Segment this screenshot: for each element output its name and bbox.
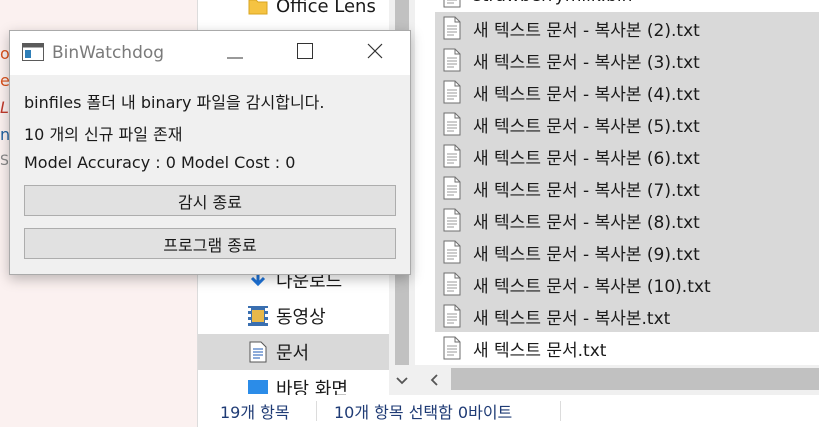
text-file-icon [443,144,461,168]
status-divider [316,401,317,421]
nav-item-label: Office Lens [276,0,376,17]
file-name: 새 텍스트 문서 - 복사본 (9).txt [473,244,700,265]
text-file-icon [443,48,461,72]
file-name: 새 텍스트 문서 - 복사본 (10).txt [473,276,711,297]
file-name: 새 텍스트 문서 - 복사본 (8).txt [473,212,700,233]
chevron-left-icon [430,371,438,390]
bin-file-icon [443,0,461,8]
text-file-icon [443,176,461,200]
scroll-down-button[interactable] [389,367,415,391]
text-file-icon [443,80,461,104]
file-name: 새 텍스트 문서.txt [473,340,607,361]
video-icon [246,304,270,328]
nav-item-videos[interactable]: 동영상 [198,298,390,334]
text-file-icon [443,304,461,328]
file-name: 새 텍스트 문서 - 복사본 (2).txt [473,20,700,41]
file-row[interactable]: 새 텍스트 문서 - 복사본 (5).txt [435,108,819,140]
file-name: 새 텍스트 문서 - 복사본 (4).txt [473,84,700,105]
selection-summary: 10개 항목 선택함 0바이트 [334,403,513,422]
file-row[interactable]: 새 텍스트 문서 - 복사본 (8).txt [435,204,819,236]
status-divider [560,401,561,421]
file-row[interactable]: 새 텍스트 문서 - 복사본 (9).txt [435,236,819,268]
dialog-body: binfiles 폴더 내 binary 파일을 감시합니다. 10 개의 신규… [10,75,410,274]
file-row[interactable]: 새 텍스트 문서 - 복사본.txt [435,300,819,332]
scroll-left-button[interactable] [423,365,445,395]
file-name: 새 텍스트 문서 - 복사본 (7).txt [473,180,700,201]
minimize-button[interactable] [200,31,270,75]
stop-watch-button[interactable]: 감시 종료 [24,185,396,216]
model-stats: Model Accuracy : 0 Model Cost : 0 [24,153,296,172]
file-name: 새 텍스트 문서 - 복사본 (6).txt [473,148,700,169]
horizontal-scrollbar-thumb[interactable] [451,368,819,390]
file-row[interactable]: 새 텍스트 문서 - 복사본 (3).txt [435,44,819,76]
text-file-icon [443,272,461,296]
file-name: strawberrymilk.bin [473,0,632,6]
dialog-title: BinWatchdog [52,43,165,63]
nav-item-documents[interactable]: 문서 [198,334,390,370]
text-file-icon [443,208,461,232]
file-list: strawberrymilk.bin 새 텍스트 문서 - 복사본 (2).txt… [415,0,819,365]
file-name: 새 텍스트 문서 - 복사본 (5).txt [473,116,700,137]
file-name: 새 텍스트 문서 - 복사본 (3).txt [473,52,700,73]
status-bar: 19개 항목 10개 항목 선택함 0바이트 [197,395,819,427]
item-count: 19개 항목 [220,403,290,422]
maximize-button[interactable] [270,31,340,75]
file-row[interactable]: 새 텍스트 문서 - 복사본 (2).txt [435,12,819,44]
binwatchdog-dialog: BinWatchdog binfiles 폴더 내 binary 파일을 감시합… [9,30,411,275]
app-window-icon [22,43,44,61]
file-row[interactable]: 새 텍스트 문서 - 복사본 (10).txt [435,268,819,300]
file-name: 새 텍스트 문서 - 복사본.txt [473,308,671,329]
nav-item-label: 문서 [276,343,310,364]
file-row[interactable]: 새 텍스트 문서 - 복사본 (4).txt [435,76,819,108]
nav-item-office-lens[interactable]: Office Lens [198,0,390,24]
text-file-icon [443,112,461,136]
file-row[interactable]: strawberrymilk.bin [435,0,819,12]
text-file-icon [443,336,461,360]
folder-icon [246,0,270,18]
maximize-icon [297,43,313,63]
close-button[interactable] [340,31,410,75]
file-list-gutter [415,0,435,365]
file-row[interactable]: 새 텍스트 문서 - 복사본 (6).txt [435,140,819,172]
watch-description: binfiles 폴더 내 binary 파일을 감시합니다. [24,93,325,112]
file-row[interactable]: 새 텍스트 문서.txt [435,332,819,364]
new-files-count: 10 개의 신규 파일 존재 [24,125,183,144]
chevron-down-icon [396,370,408,389]
text-file-icon [443,16,461,40]
file-list-horizontal-scrollbar[interactable] [415,365,819,395]
nav-item-label: 동영상 [276,307,326,328]
document-icon [246,340,270,364]
minimize-icon [227,44,243,63]
close-icon [367,43,383,63]
dialog-title-bar[interactable]: BinWatchdog [10,31,410,75]
text-file-icon [443,240,461,264]
file-row[interactable]: 새 텍스트 문서 - 복사본 (7).txt [435,172,819,204]
exit-program-button[interactable]: 프로그램 종료 [24,228,396,259]
